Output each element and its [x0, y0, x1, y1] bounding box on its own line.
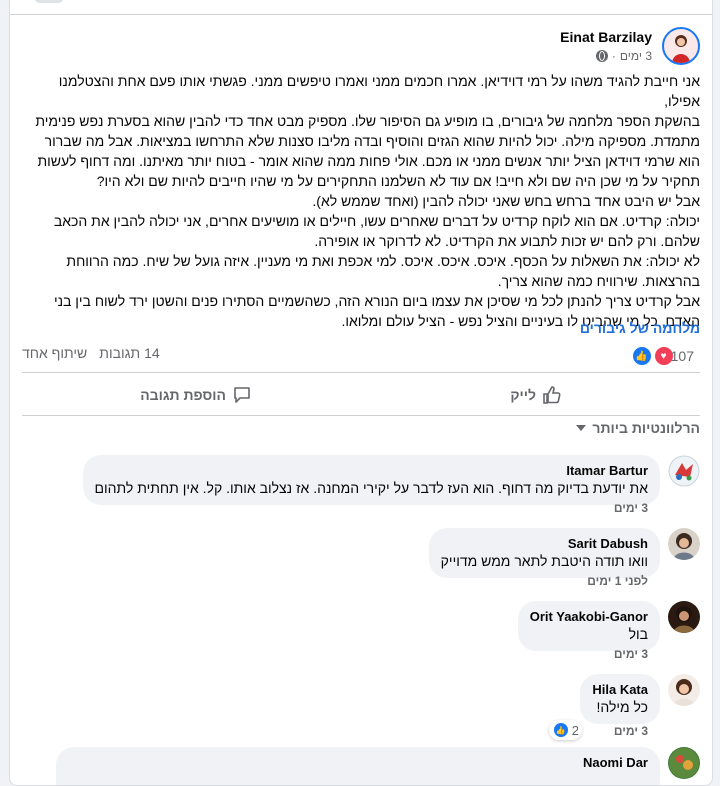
commenter-avatar[interactable]: [668, 674, 700, 706]
comment-icon: [234, 387, 250, 403]
post-time[interactable]: 3 ימים: [620, 49, 652, 63]
stats-links: 14 תגובות שיתוף אחד: [22, 345, 160, 361]
comment-bubble: Orit Yaakobi-Ganor בול: [517, 601, 660, 651]
comment-text: וואו תודה היטבת לתאר ממש מדוייק: [440, 553, 648, 569]
comment-button[interactable]: הוספת תגובה: [140, 379, 252, 411]
actions-top-divider: [22, 372, 700, 373]
comment-filter[interactable]: הרלוונטיות ביותר: [576, 420, 700, 436]
commenter-avatar[interactable]: [668, 601, 700, 633]
comment-item: Itamar Bartur את יודעת בדיוק מה דחוף. הו…: [20, 455, 700, 525]
comment-time[interactable]: 3 ימים: [614, 724, 648, 738]
caret-down-icon: [576, 425, 587, 431]
commenter-name[interactable]: Sarit Dabush: [441, 536, 648, 552]
comments-count[interactable]: 14 תגובות: [99, 345, 159, 361]
commenter-name[interactable]: Naomi Dar: [68, 755, 648, 771]
comment-reactions[interactable]: 2 👍: [548, 720, 582, 740]
like-reaction-icon: 👍: [630, 345, 653, 367]
comment-item: Naomi Dar: [20, 747, 700, 785]
comment-bubble: Hila Kata כל מילה!: [580, 674, 660, 724]
like-reaction-icon: 👍: [551, 721, 570, 739]
post-meta: 3 ימים ·: [595, 49, 652, 63]
actions-bottom-divider: [22, 415, 700, 416]
reactions-summary[interactable]: 👍 ♥ 107: [630, 345, 700, 367]
commenter-name[interactable]: Orit Yaakobi-Ganor: [530, 609, 648, 625]
top-divider: [10, 14, 712, 15]
like-label: לייק: [510, 387, 536, 403]
like-button[interactable]: לייק: [510, 379, 562, 411]
comment-bubble: Naomi Dar: [56, 747, 660, 785]
comment-time[interactable]: 3 ימים: [614, 501, 648, 515]
comment-item: Sarit Dabush וואו תודה היטבת לתאר ממש מד…: [20, 528, 700, 598]
commenter-name[interactable]: Itamar Bartur: [95, 463, 648, 479]
post-link[interactable]: מלחמה של גיבורים: [580, 320, 700, 336]
post-body: אני חייבת להגיד משהו על רמי דוידיאן. אמר…: [35, 73, 700, 329]
collapsed-toolbar-edge: [34, 0, 64, 3]
separator-dot: ·: [611, 49, 616, 63]
author-name[interactable]: Einat Barzilay: [560, 29, 652, 45]
post-card: Einat Barzilay 3 ימים · אני חייבת להגיד …: [9, 0, 713, 786]
commenter-avatar[interactable]: [668, 528, 700, 560]
commenter-avatar[interactable]: [668, 747, 700, 779]
commenter-name[interactable]: Hila Kata: [592, 682, 648, 698]
comment-text: את יודעת בדיוק מה דחוף. הוא העז לדבר על …: [94, 480, 648, 496]
comment-like-count: 2: [571, 722, 579, 738]
author-avatar[interactable]: [662, 27, 700, 65]
comment-label: הוספת תגובה: [140, 387, 226, 403]
comment-time[interactable]: 3 ימים: [614, 647, 648, 661]
comment-text: בול: [628, 626, 648, 642]
shares-count[interactable]: שיתוף אחד: [22, 345, 87, 361]
comment-item: Orit Yaakobi-Ganor בול 3 ימים: [20, 601, 700, 671]
comment-bubble: Sarit Dabush וואו תודה היטבת לתאר ממש מד…: [428, 528, 660, 578]
comment-text: כל מילה!: [596, 699, 648, 715]
globe-icon[interactable]: [595, 50, 608, 62]
comment-bubble: Itamar Bartur את יודעת בדיוק מה דחוף. הו…: [82, 455, 660, 505]
commenter-avatar[interactable]: [668, 455, 700, 487]
comment-item: Hila Kata כל מילה! 2 👍 3 ימים: [20, 674, 700, 744]
post-stats: 👍 ♥ 107 14 תגובות שיתוף אחד: [22, 343, 700, 367]
filter-label: הרלוונטיות ביותר: [592, 420, 700, 436]
thumbs-up-icon: [543, 386, 561, 404]
comment-time[interactable]: לפני 1 ימים: [587, 574, 648, 588]
reactions-count[interactable]: 107: [671, 348, 694, 364]
